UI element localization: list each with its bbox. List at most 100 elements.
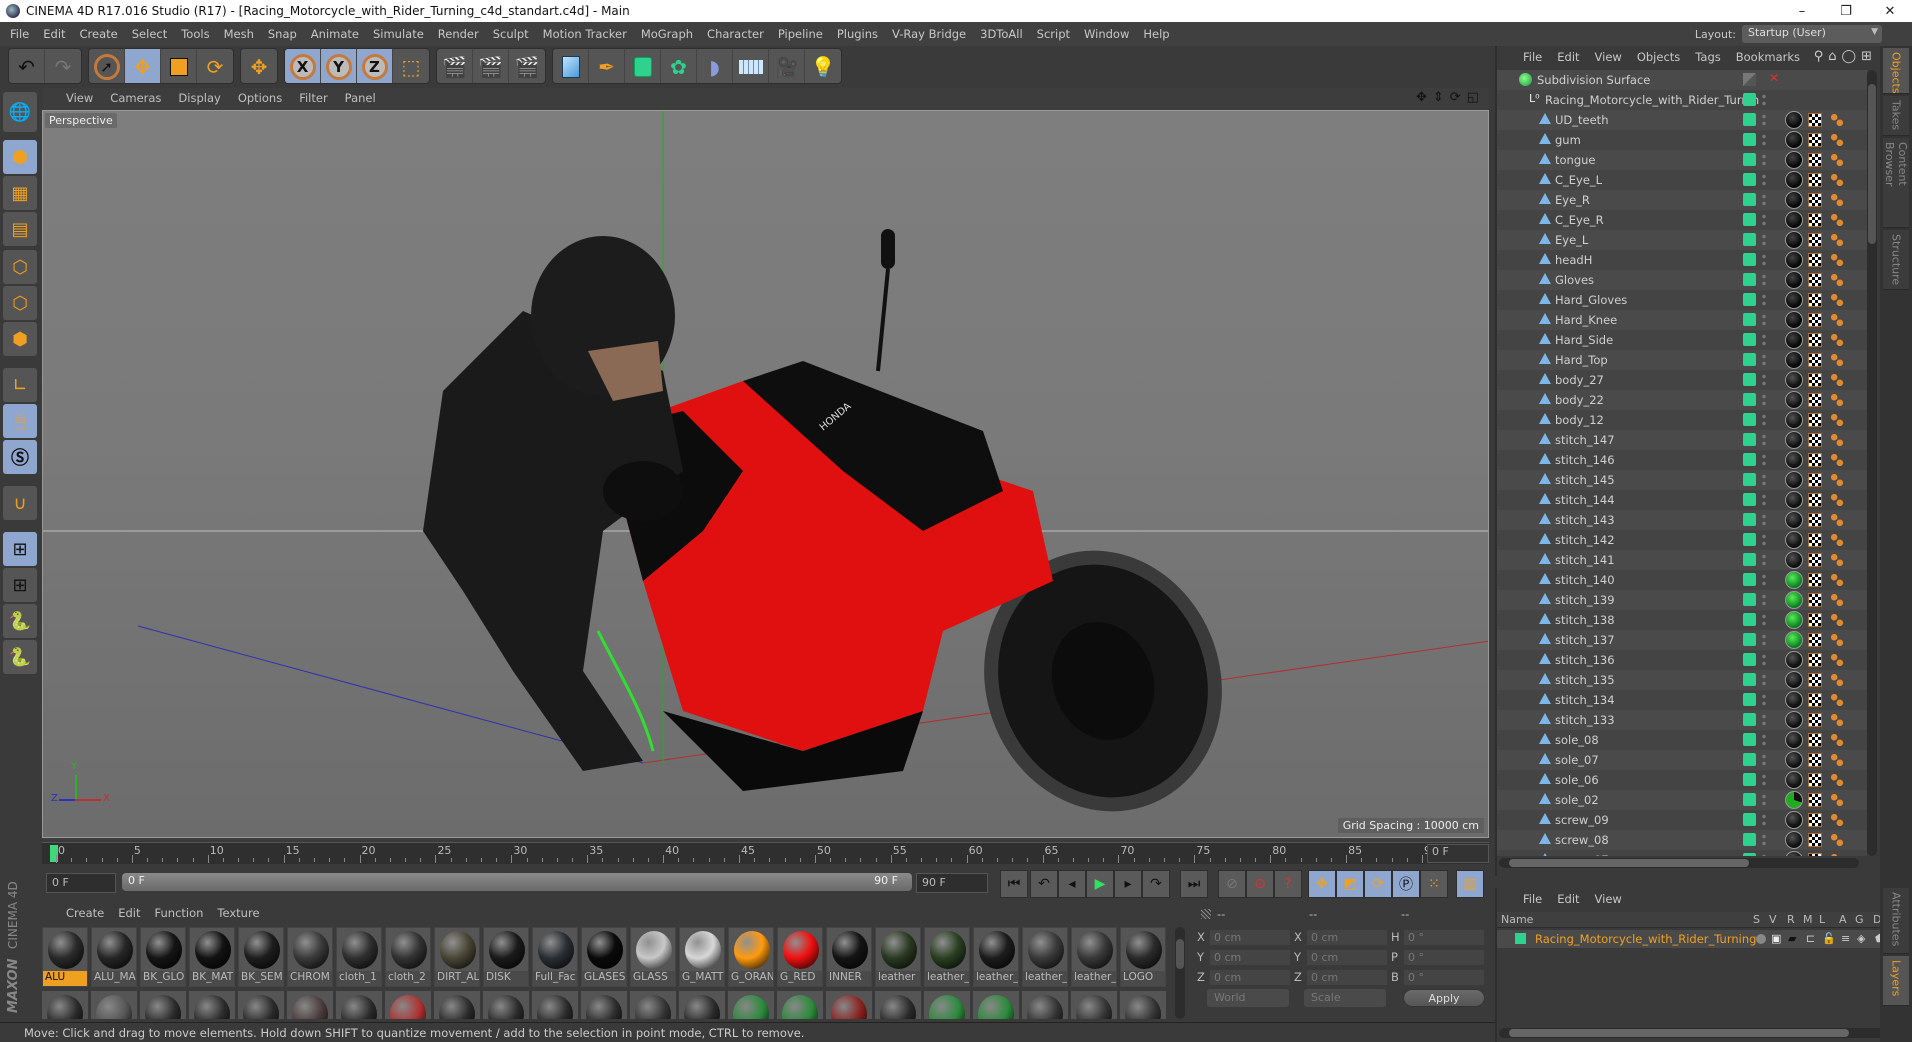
record-parameter-button[interactable]: Ⓟ xyxy=(1392,870,1420,898)
minimize-button[interactable]: – xyxy=(1780,0,1824,22)
visibility-dots[interactable] xyxy=(1762,153,1766,167)
material-tag-icon[interactable] xyxy=(1785,371,1803,389)
menu-mograph[interactable]: MoGraph xyxy=(641,27,693,41)
material-swatch[interactable] xyxy=(140,991,186,1019)
axis-mode-button[interactable]: ∟ xyxy=(3,368,37,402)
object-menu-edit[interactable]: Edit xyxy=(1557,50,1579,64)
timeline-button[interactable]: ▥ xyxy=(1456,870,1484,898)
goto-start-button[interactable]: ⏮ xyxy=(1000,870,1028,898)
pen-button[interactable]: ✒ xyxy=(589,49,625,83)
tab-takes[interactable]: Takes xyxy=(1883,96,1909,136)
material-swatch[interactable]: ALU xyxy=(42,927,88,987)
uvw-tag-icon[interactable] xyxy=(1808,573,1822,587)
tab-objects[interactable]: Objects xyxy=(1883,48,1909,94)
visibility-dots[interactable] xyxy=(1762,513,1766,527)
generators-icon[interactable]: ◈ xyxy=(1857,932,1865,945)
viewport-menu-filter[interactable]: Filter xyxy=(299,91,327,105)
phong-tag-icon[interactable] xyxy=(1830,413,1844,427)
object-row[interactable]: stitch_141 xyxy=(1497,550,1867,570)
uvw-tag-icon[interactable] xyxy=(1808,773,1822,787)
coord-position-field[interactable]: 0 cm xyxy=(1209,969,1291,986)
layer-color-swatch[interactable] xyxy=(1743,473,1756,486)
visibility-dots[interactable] xyxy=(1762,133,1766,147)
orbit-view-icon[interactable]: ⟳ xyxy=(1450,90,1461,105)
uvw-tag-icon[interactable] xyxy=(1808,753,1822,767)
visibility-dots[interactable] xyxy=(1762,773,1766,787)
uvw-tag-icon[interactable] xyxy=(1808,613,1822,627)
material-menu-texture[interactable]: Texture xyxy=(217,906,259,920)
recent-tool-button[interactable]: ✥ xyxy=(241,49,277,83)
light-button[interactable]: 💡 xyxy=(805,49,841,83)
material-scrollbar[interactable] xyxy=(1175,927,1185,1019)
visibility-dots[interactable] xyxy=(1762,313,1766,327)
material-swatch[interactable] xyxy=(483,991,529,1019)
phong-tag-icon[interactable] xyxy=(1830,613,1844,627)
uvw-tag-icon[interactable] xyxy=(1808,693,1822,707)
object-row[interactable]: stitch_137 xyxy=(1497,630,1867,650)
menu-tools[interactable]: Tools xyxy=(181,27,209,41)
layer-hscrollbar[interactable] xyxy=(1499,1028,1894,1038)
layer-color-swatch[interactable] xyxy=(1743,113,1756,126)
phong-tag-icon[interactable] xyxy=(1830,213,1844,227)
material-swatch[interactable]: LOGO xyxy=(1120,927,1166,987)
phong-tag-icon[interactable] xyxy=(1830,473,1844,487)
new-window-icon[interactable]: ⊞ xyxy=(1861,49,1872,64)
edit-checkbox-icon[interactable] xyxy=(1743,73,1756,86)
menu-pipeline[interactable]: Pipeline xyxy=(778,27,823,41)
material-swatch[interactable]: DISK xyxy=(483,927,529,987)
transform-type-dropdown[interactable]: Scale xyxy=(1304,989,1386,1007)
tab-structure[interactable]: Structure xyxy=(1883,230,1909,290)
layer-color-swatch[interactable] xyxy=(1743,173,1756,186)
material-swatch[interactable] xyxy=(287,991,333,1019)
material-tag-icon[interactable] xyxy=(1785,771,1803,789)
object-row[interactable]: gum xyxy=(1497,130,1867,150)
layer-color-swatch[interactable] xyxy=(1743,313,1756,326)
search-icon[interactable]: ⚲ xyxy=(1814,49,1824,64)
phong-tag-icon[interactable] xyxy=(1830,133,1844,147)
object-row[interactable]: sole_07 xyxy=(1497,750,1867,770)
menu-sculpt[interactable]: Sculpt xyxy=(493,27,529,41)
phong-tag-icon[interactable] xyxy=(1830,513,1844,527)
uvw-tag-icon[interactable] xyxy=(1808,233,1822,247)
layer-color-swatch[interactable] xyxy=(1743,773,1756,786)
visibility-dots[interactable] xyxy=(1762,173,1766,187)
material-swatch[interactable]: BK_MAT xyxy=(189,927,235,987)
viewport-menu-view[interactable]: View xyxy=(66,91,93,105)
phong-tag-icon[interactable] xyxy=(1830,533,1844,547)
object-row[interactable]: UD_teeth xyxy=(1497,110,1867,130)
object-row[interactable]: screw_09 xyxy=(1497,810,1867,830)
layer-color-swatch[interactable] xyxy=(1743,373,1756,386)
visibility-dots[interactable] xyxy=(1762,293,1766,307)
uvw-tag-icon[interactable] xyxy=(1808,393,1822,407)
material-swatch[interactable]: BK_GLOS xyxy=(140,927,186,987)
object-row[interactable]: sole_06 xyxy=(1497,770,1867,790)
uvw-tag-icon[interactable] xyxy=(1808,173,1822,187)
coord-size-field[interactable]: 0 cm xyxy=(1306,929,1388,946)
material-tag-icon[interactable] xyxy=(1785,631,1803,649)
phong-tag-icon[interactable] xyxy=(1830,773,1844,787)
menu-edit[interactable]: Edit xyxy=(43,27,65,41)
material-tag-icon[interactable] xyxy=(1785,651,1803,669)
visibility-dots[interactable] xyxy=(1762,393,1766,407)
tab-layers[interactable]: Layers xyxy=(1883,956,1909,1006)
material-swatch[interactable]: cloth_1 xyxy=(336,927,382,987)
menu-window[interactable]: Window xyxy=(1084,27,1129,41)
uvw-tag-icon[interactable] xyxy=(1808,213,1822,227)
goto-next-key-button[interactable]: ↷ xyxy=(1142,870,1170,898)
scale-tool-button[interactable] xyxy=(161,49,197,83)
material-swatch[interactable]: G_ORAN xyxy=(728,927,774,987)
material-swatch[interactable]: cloth_2 xyxy=(385,927,431,987)
visibility-dots[interactable] xyxy=(1762,453,1766,467)
uvw-tag-icon[interactable] xyxy=(1808,413,1822,427)
visibility-dots[interactable] xyxy=(1762,273,1766,287)
layer-menu-edit[interactable]: Edit xyxy=(1557,892,1579,906)
visibility-dots[interactable] xyxy=(1762,793,1766,807)
visibility-dots[interactable] xyxy=(1762,713,1766,727)
coord-size-field[interactable]: 0 cm xyxy=(1306,969,1388,986)
material-swatch[interactable] xyxy=(679,991,725,1019)
phong-tag-icon[interactable] xyxy=(1830,373,1844,387)
phong-tag-icon[interactable] xyxy=(1830,793,1844,807)
viewport-canvas[interactable]: HONDA Perspective Grid Spacing : 10000 c… xyxy=(42,110,1489,838)
object-row[interactable]: Eye_L xyxy=(1497,230,1867,250)
material-tag-icon[interactable] xyxy=(1785,211,1803,229)
